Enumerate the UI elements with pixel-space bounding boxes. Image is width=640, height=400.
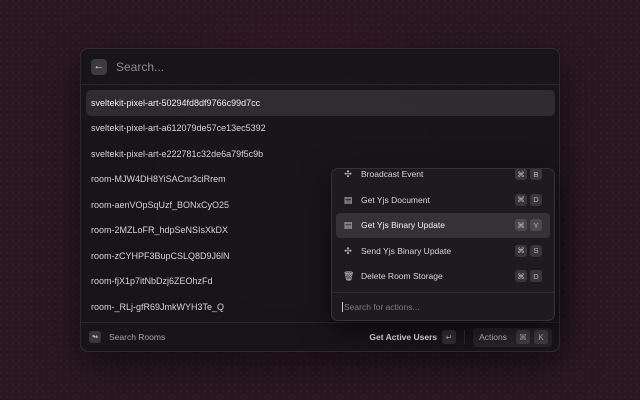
- actions-list: ✣ Broadcast Event ⌘ B ▤ Get Yjs Document…: [336, 169, 550, 289]
- footer-bar: ↬ Search Rooms Get Active Users ↵ Action…: [81, 322, 559, 351]
- action-label: Broadcast Event: [361, 169, 424, 179]
- search-input[interactable]: [116, 59, 496, 74]
- shortcut: ⌘ S: [515, 244, 542, 257]
- extension-logo-icon: ↬: [89, 331, 101, 343]
- action-send-yjs-binary-update[interactable]: ✣ Send Yjs Binary Update ⌘ S: [336, 238, 550, 264]
- shortcut-key: D: [530, 193, 542, 206]
- actions-button-label: Actions: [479, 332, 507, 342]
- document-icon: ▤: [343, 194, 353, 205]
- enter-key-hint: ↵: [442, 330, 457, 344]
- search-bar: ←: [81, 49, 559, 85]
- document-icon: ▤: [343, 220, 353, 231]
- shortcut-key: ⌘: [515, 219, 527, 232]
- action-label: Delete Room Storage: [361, 271, 443, 282]
- actions-search-bar: [332, 292, 554, 320]
- footer-title: Search Rooms: [109, 332, 166, 342]
- list-item[interactable]: sveltekit-pixel-art-a612079de57ce13ec539…: [86, 116, 555, 142]
- shortcut-key: ⌘: [515, 270, 527, 283]
- action-get-yjs-document[interactable]: ▤ Get Yjs Document ⌘ D: [336, 187, 550, 213]
- shortcut-key: D: [530, 270, 542, 283]
- action-label: Send Yjs Binary Update: [361, 245, 452, 256]
- shortcut-key: ⌘: [515, 193, 527, 206]
- shortcut: ⌘ B: [515, 169, 542, 180]
- action-label: Get Yjs Document: [361, 194, 430, 205]
- actions-panel: ✣ Broadcast Event ⌘ B ▤ Get Yjs Document…: [331, 168, 555, 321]
- arrow-left-icon[interactable]: ←: [91, 58, 107, 75]
- shortcut-key: S: [530, 244, 542, 257]
- primary-action-button[interactable]: Get Active Users: [369, 332, 437, 342]
- trash-icon: 🗑: [343, 271, 355, 282]
- action-get-yjs-binary-update[interactable]: ▤ Get Yjs Binary Update ⌘ Y: [336, 212, 550, 238]
- shortcut-key: ⌘: [515, 244, 527, 257]
- action-label: Get Yjs Binary Update: [361, 220, 445, 231]
- list-item[interactable]: sveltekit-pixel-art-50294fd8df9766c99d7c…: [86, 90, 555, 116]
- action-broadcast-event[interactable]: ✣ Broadcast Event ⌘ B: [336, 169, 550, 180]
- shortcut: ⌘ Y: [515, 219, 542, 232]
- shortcut: ⌘ D: [515, 193, 542, 206]
- shortcut: ⌘ D: [515, 270, 542, 283]
- shortcut-key: Y: [530, 219, 542, 232]
- broadcast-icon: ✣: [344, 169, 352, 179]
- shortcut-key: B: [530, 169, 542, 180]
- actions-button[interactable]: Actions ⌘ K: [473, 327, 552, 347]
- k-key-hint: K: [534, 330, 548, 344]
- command-key-hint: ⌘: [516, 330, 530, 344]
- shortcut-key: ⌘: [515, 169, 527, 180]
- action-delete-room-storage[interactable]: 🗑 Delete Room Storage ⌘ D: [336, 264, 550, 290]
- footer-divider: [464, 330, 466, 344]
- list-item[interactable]: sveltekit-pixel-art-e222781c32de6a79f5c9…: [86, 141, 555, 167]
- send-icon: ✣: [344, 245, 352, 256]
- actions-search-input[interactable]: [342, 301, 532, 312]
